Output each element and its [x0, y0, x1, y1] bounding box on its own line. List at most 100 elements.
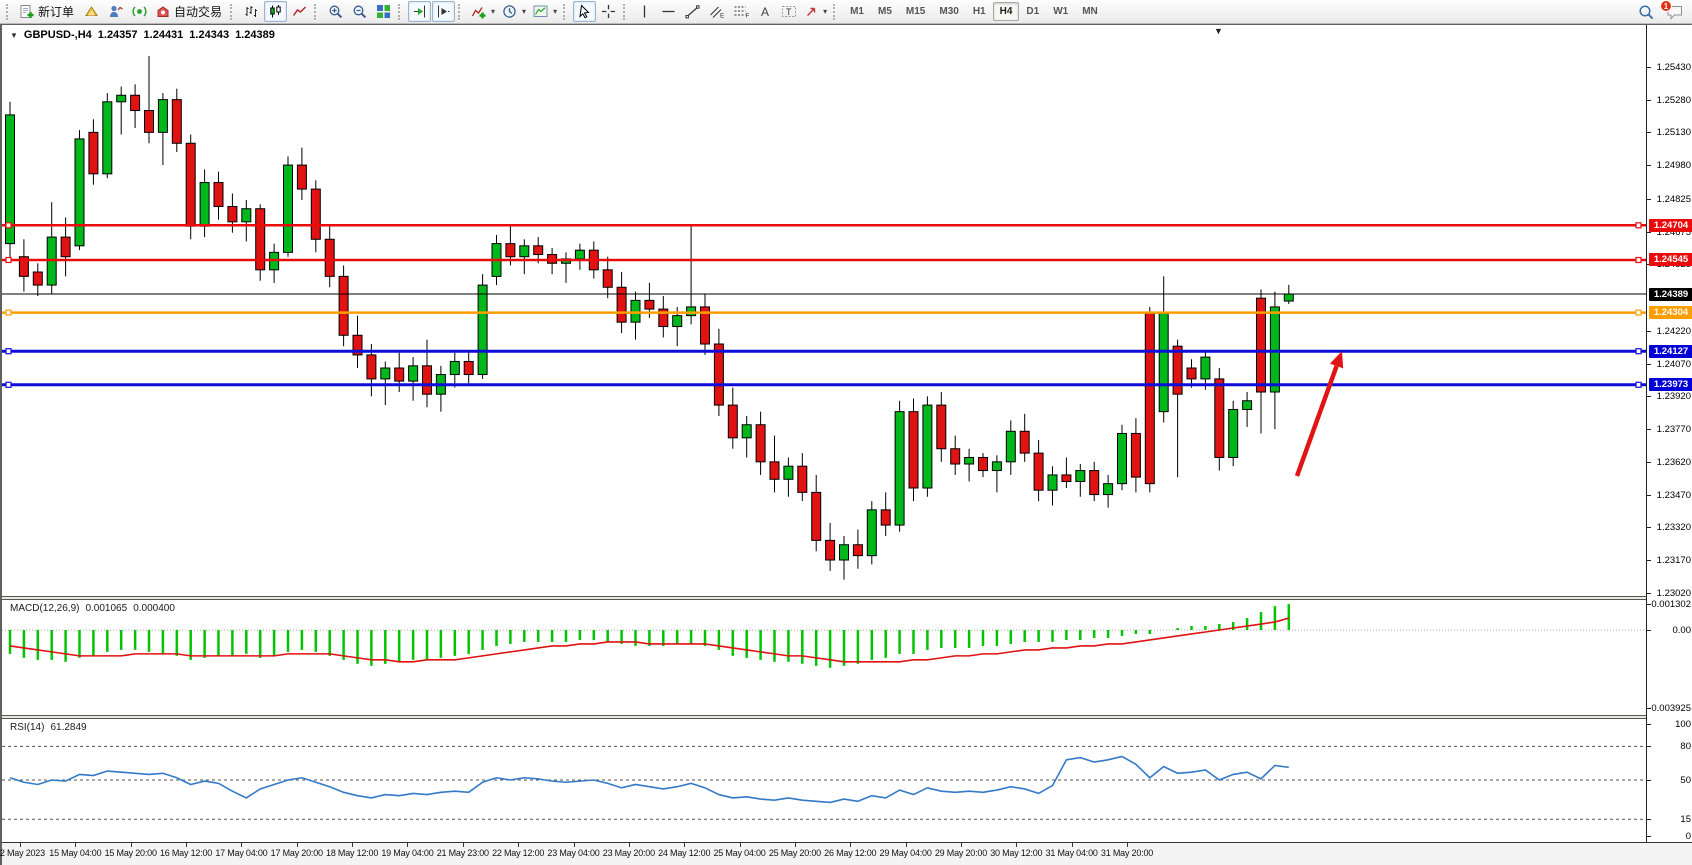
macd-chart — [2, 600, 1646, 715]
candlestick-chart-button[interactable] — [264, 1, 287, 22]
auto-scroll-button[interactable] — [408, 1, 431, 22]
time-label: 15 May 04:00 — [49, 848, 101, 858]
timeframe-w1-button[interactable]: W1 — [1046, 2, 1075, 21]
autotrading-button[interactable]: 自动交易 — [152, 1, 227, 22]
new-order-label: 新订单 — [38, 3, 76, 20]
market-watch-button[interactable] — [80, 1, 103, 22]
cursor-icon — [577, 4, 592, 19]
time-label: 17 May 20:00 — [271, 848, 323, 858]
equidistant-channel-icon: E — [709, 4, 725, 19]
price-tick: 1.23620 — [1657, 457, 1691, 468]
indicators-button[interactable]: ▾ — [468, 1, 498, 22]
crosshair-icon — [601, 4, 616, 19]
zoom-out-button[interactable] — [348, 1, 371, 22]
main-chart-pane[interactable]: ▼ GBPUSD-,H4 1.24357 1.24431 1.24343 1.2… — [2, 25, 1646, 596]
sounds-button[interactable] — [128, 1, 151, 22]
time-label: 29 May 04:00 — [880, 848, 932, 858]
indicators-caret-icon: ▾ — [491, 7, 495, 16]
timeframe-m5-button[interactable]: M5 — [871, 2, 899, 21]
candlestick-chart-icon — [268, 4, 283, 19]
chart-shift-button[interactable] — [432, 1, 455, 22]
periods-button[interactable]: ▾ — [499, 1, 529, 22]
fibonacci-button[interactable]: F — [729, 1, 752, 22]
arrows-tool-button[interactable]: ▾ — [801, 1, 830, 22]
price-marker-1.24704: 1.24704 — [1649, 219, 1692, 232]
price-tick: 1.25130 — [1657, 127, 1691, 138]
periods-caret-icon: ▾ — [522, 7, 526, 16]
timeframe-d1-button[interactable]: D1 — [1019, 2, 1046, 21]
indicators-icon — [471, 4, 487, 20]
macd-tick: 0.001302 — [1651, 599, 1691, 610]
price-tick: 1.24220 — [1657, 326, 1691, 337]
macd-label-row: MACD(12,26,9) 0.001065 0.000400 — [10, 603, 175, 614]
trend-arrow-annotation[interactable] — [1297, 351, 1343, 476]
crosshair-button[interactable] — [597, 1, 620, 22]
bar-chart-icon — [244, 4, 259, 19]
toolbar-grip — [833, 4, 838, 20]
autotrading-icon — [155, 4, 171, 19]
search-icon[interactable] — [1638, 4, 1655, 21]
tile-windows-button[interactable] — [372, 1, 395, 22]
candlestick-chart — [2, 25, 1646, 596]
candles-layer — [6, 56, 1294, 580]
price-marker-1.23973: 1.23973 — [1649, 378, 1692, 391]
timeframe-m15-button[interactable]: M15 — [899, 2, 932, 21]
new-order-button[interactable]: 新订单 — [16, 1, 79, 22]
price-marker-1.24127: 1.24127 — [1649, 345, 1692, 358]
price-tick: 1.23770 — [1657, 424, 1691, 435]
macd-signal-value: 0.000400 — [133, 603, 175, 614]
zoom-in-icon — [328, 4, 344, 20]
fibonacci-icon: F — [733, 4, 749, 19]
rsi-tick: 80 — [1680, 741, 1691, 752]
horizontal-line-button[interactable] — [657, 1, 680, 22]
line-chart-icon — [292, 4, 307, 19]
arrows-caret-icon: ▾ — [823, 7, 827, 16]
line-chart-button[interactable] — [288, 1, 311, 22]
rsi-name: RSI(14) — [10, 722, 44, 733]
rsi-tick: 0 — [1686, 831, 1691, 842]
new-order-icon — [19, 4, 35, 20]
price-tick: 1.23920 — [1657, 391, 1691, 402]
macd-tick: 0.00 — [1673, 625, 1692, 636]
macd-pane[interactable]: MACD(12,26,9) 0.001065 0.000400 — [2, 600, 1646, 715]
templates-button[interactable]: ▾ — [530, 1, 560, 22]
time-label: 31 May 04:00 — [1046, 848, 1098, 858]
tile-windows-icon — [376, 4, 391, 19]
timeframe-m30-button[interactable]: M30 — [932, 2, 965, 21]
cursor-button[interactable] — [573, 1, 596, 22]
timeframe-h4-button[interactable]: H4 — [993, 2, 1020, 21]
price-axis[interactable]: 1.254301.252801.251301.249801.248251.246… — [1646, 25, 1692, 842]
macd-tick: -0.003925 — [1648, 703, 1691, 714]
text-button[interactable]: A — [753, 1, 776, 22]
rsi-pane[interactable]: RSI(14) 61.2849 — [2, 719, 1646, 842]
time-label: 31 May 20:00 — [1101, 848, 1153, 858]
chart-shift-icon — [436, 4, 451, 19]
collapse-arrow-icon[interactable]: ▼ — [10, 31, 18, 40]
chart-shift-marker-icon[interactable]: ▼ — [1214, 26, 1223, 36]
vertical-line-button[interactable] — [633, 1, 656, 22]
price-marker-1.24545: 1.24545 — [1649, 253, 1692, 266]
chart-symbol-period: GBPUSD-,H4 — [24, 29, 92, 41]
timeframe-h1-button[interactable]: H1 — [966, 2, 993, 21]
toolbar-grip — [398, 4, 403, 20]
time-label: 23 May 20:00 — [603, 848, 655, 858]
vertical-line-icon — [638, 4, 651, 19]
text-label-button[interactable]: T — [777, 1, 800, 22]
ohlc-close: 1.24389 — [235, 29, 275, 41]
time-label: 17 May 04:00 — [215, 848, 267, 858]
timeframe-mn-button[interactable]: MN — [1075, 2, 1105, 21]
navigator-icon — [108, 4, 124, 19]
bar-chart-button[interactable] — [240, 1, 263, 22]
macd-name: MACD(12,26,9) — [10, 603, 79, 614]
trendline-button[interactable] — [681, 1, 704, 22]
chart-window: ▼ GBPUSD-,H4 1.24357 1.24431 1.24343 1.2… — [0, 24, 1692, 865]
messages-button[interactable]: 1 — [1665, 4, 1684, 21]
ohlc-high: 1.24431 — [144, 29, 184, 41]
zoom-in-button[interactable] — [324, 1, 347, 22]
time-axis[interactable]: 12 May 202315 May 04:0015 May 20:0016 Ma… — [2, 842, 1692, 865]
ohlc-open: 1.24357 — [98, 29, 138, 41]
navigator-button[interactable] — [104, 1, 127, 22]
equidistant-channel-button[interactable]: E — [705, 1, 728, 22]
timeframe-m1-button[interactable]: M1 — [843, 2, 871, 21]
periods-icon — [502, 4, 518, 20]
